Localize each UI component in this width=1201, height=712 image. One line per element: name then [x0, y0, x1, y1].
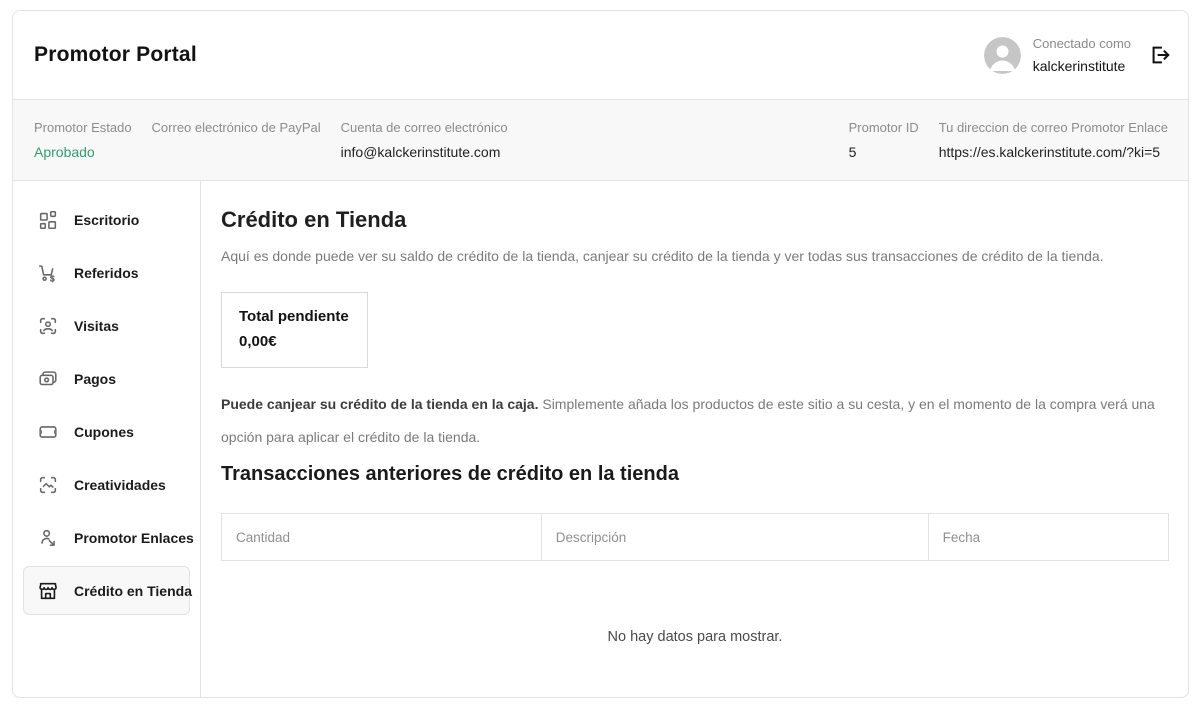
svg-text:$: $	[50, 274, 55, 283]
stat-promotor-estado: Promotor Estado Aprobado	[34, 120, 132, 160]
transactions-heading: Transacciones anteriores de crédito en l…	[221, 463, 1169, 486]
sidebar-item-pagos[interactable]: Pagos	[23, 354, 190, 403]
section-description: Aquí es donde puede ver su saldo de créd…	[221, 246, 1169, 266]
section-heading: Crédito en Tienda	[221, 207, 1169, 233]
redeem-note: Puede canjear su crédito de la tienda en…	[221, 388, 1169, 454]
coupon-icon	[37, 421, 59, 443]
image-icon	[37, 474, 59, 496]
column-header-cantidad: Cantidad	[222, 514, 542, 560]
empty-state-message: No hay datos para mostrar.	[221, 629, 1169, 645]
transactions-table: Cantidad Descripción Fecha No hay datos …	[221, 513, 1169, 645]
payments-icon	[37, 368, 59, 390]
sidebar-item-creatividades[interactable]: Creatividades	[23, 460, 190, 509]
sidebar-item-cupones[interactable]: Cupones	[23, 407, 190, 456]
promotor-link-url[interactable]: https://es.kalckerinstitute.com/?ki=5	[939, 144, 1168, 160]
avatar	[984, 37, 1021, 74]
portal-card: Promotor Portal Conectado como kalckerin…	[12, 10, 1189, 698]
transactions-table-header: Cantidad Descripción Fecha	[221, 513, 1169, 561]
sidebar-item-referidos[interactable]: $ Referidos	[23, 248, 190, 297]
pending-total-label: Total pendiente	[239, 308, 349, 325]
stat-promotor-id: Promotor ID 5	[849, 120, 919, 160]
logout-icon[interactable]	[1149, 44, 1171, 66]
page-title: Promotor Portal	[34, 43, 197, 67]
sidebar-item-credito-en-tienda[interactable]: Crédito en Tienda	[23, 566, 190, 615]
person-scan-icon	[37, 315, 59, 337]
status-bar: Promotor Estado Aprobado Correo electrón…	[13, 99, 1188, 181]
sidebar-item-promotor-enlaces[interactable]: Promotor Enlaces	[23, 513, 190, 562]
connected-as-label: Conectado como	[1033, 36, 1131, 51]
connected-user: Conectado como kalckerinstitute	[1033, 36, 1131, 74]
redeem-note-bold: Puede canjear su crédito de la tienda en…	[221, 396, 538, 412]
username: kalckerinstitute	[1033, 58, 1131, 74]
dashboard-icon	[37, 209, 59, 231]
sidebar-item-visitas[interactable]: Visitas	[23, 301, 190, 350]
pending-total-card: Total pendiente 0,00€	[221, 292, 368, 368]
cart-dollar-icon: $	[37, 262, 59, 284]
column-header-fecha: Fecha	[929, 514, 1168, 560]
main-content: Crédito en Tienda Aquí es donde puede ve…	[201, 181, 1188, 697]
stat-account-email: Cuenta de correo electrónico info@kalcke…	[341, 120, 508, 160]
sidebar: Escritorio $ Referidos	[13, 181, 201, 697]
person-link-icon	[37, 527, 59, 549]
column-header-descripcion: Descripción	[542, 514, 929, 560]
stat-paypal-email: Correo electrónico de PayPal	[152, 120, 321, 160]
sidebar-item-escritorio[interactable]: Escritorio	[23, 195, 190, 244]
account-area: Conectado como kalckerinstitute	[984, 36, 1171, 74]
store-icon	[37, 580, 59, 602]
status-badge: Aprobado	[34, 144, 132, 160]
pending-total-amount: 0,00€	[239, 333, 349, 350]
stat-promotor-link: Tu direccion de correo Promotor Enlace h…	[939, 120, 1168, 160]
header: Promotor Portal Conectado como kalckerin…	[13, 11, 1188, 99]
